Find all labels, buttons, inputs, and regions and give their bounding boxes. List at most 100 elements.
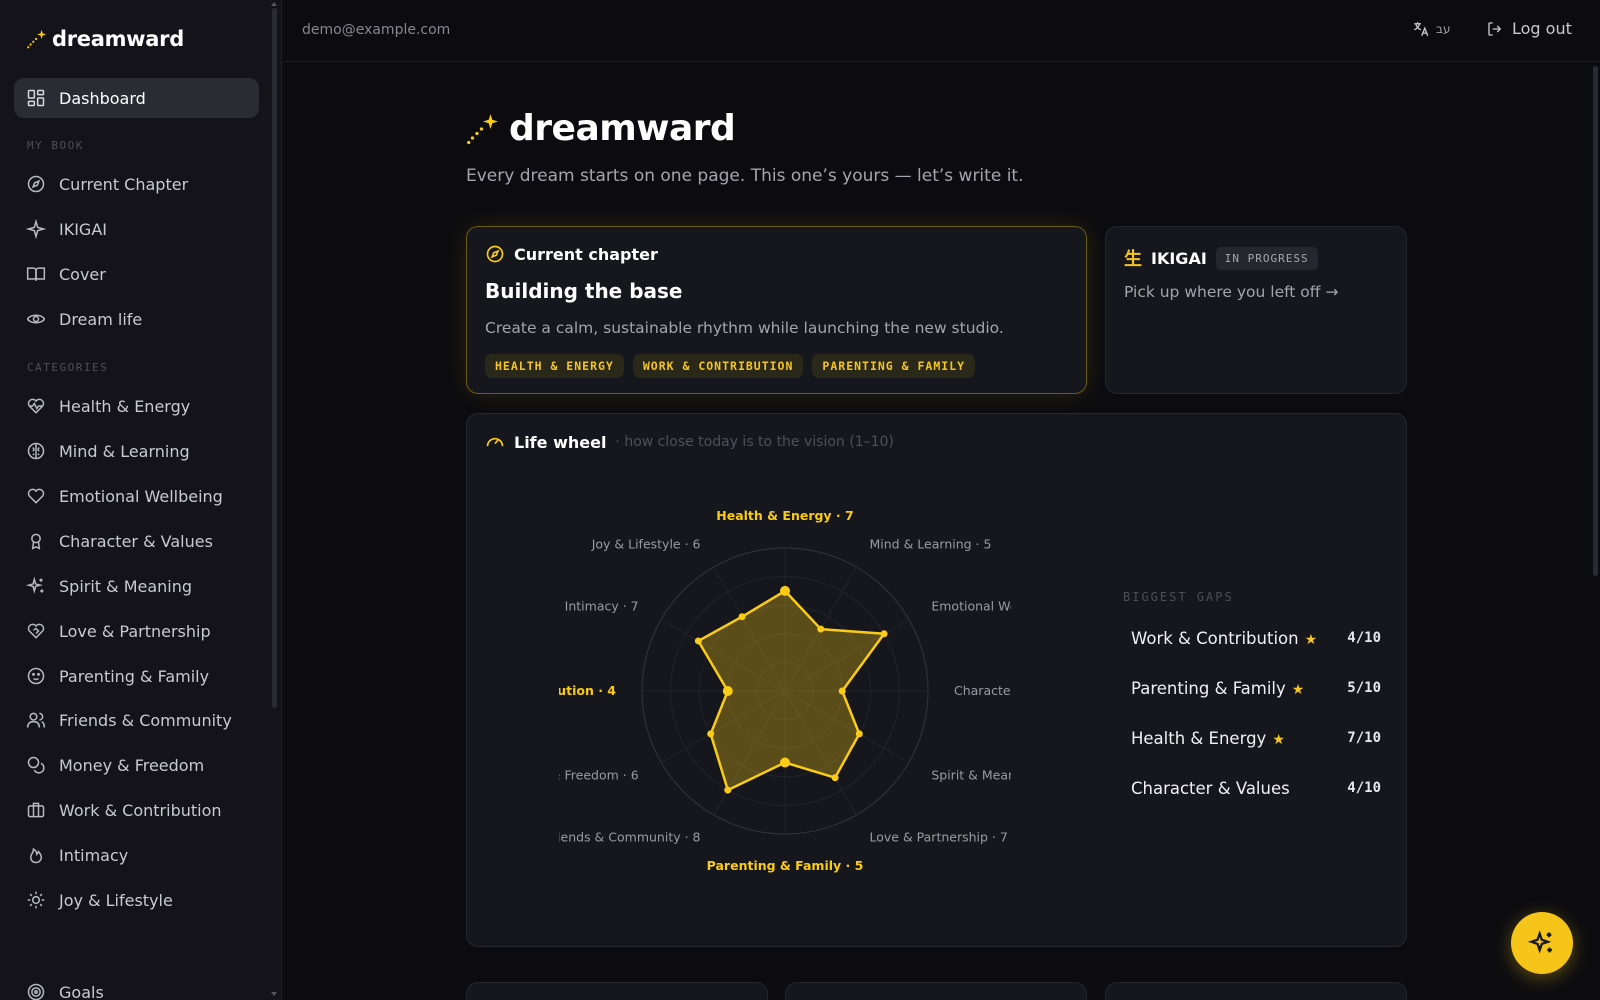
gap-row[interactable]: Health & Energy ★ 7/10 — [1131, 725, 1381, 751]
sparkles-icon — [26, 576, 44, 594]
gap-row[interactable]: Work & Contribution ★ 4/10 — [1131, 625, 1381, 651]
sparkle-icon — [26, 219, 46, 239]
radar-axis-label: Intimacy · 7 — [565, 599, 639, 614]
brand-logo[interactable]: dreamward — [26, 27, 184, 51]
gap-name-wrap: Character & Values — [1131, 779, 1290, 798]
gap-name-wrap: Health & Energy ★ — [1131, 729, 1285, 748]
sidebar-item-label: Goals — [59, 982, 104, 1000]
radar-axis-label: Emotional Wel — [931, 599, 1011, 614]
radar-axis-label: Joy & Lifestyle · 6 — [591, 537, 701, 552]
main-scrollbar[interactable] — [1593, 66, 1598, 576]
sidebar-scroll-down-arrow[interactable] — [271, 992, 277, 996]
dashboard-card-bottom-3[interactable] — [1105, 982, 1407, 1000]
briefcase-icon — [27, 802, 45, 818]
tag: HEALTH & ENERGY — [485, 354, 624, 378]
radar-data-point — [855, 730, 863, 738]
sidebar-item-current-chapter[interactable]: Current Chapter — [14, 164, 259, 204]
sidebar-item-joy-lifestyle[interactable]: Joy & Lifestyle — [14, 880, 259, 920]
page-subtitle: Every dream starts on one page. This one… — [466, 166, 1024, 186]
radar-data-point — [722, 686, 733, 696]
sidebar-item-intimacy[interactable]: Intimacy — [14, 835, 259, 875]
card-heading: Life wheel — [514, 432, 607, 452]
brand-name: dreamward — [52, 27, 184, 51]
card-heading: IKIGAI — [1151, 248, 1207, 268]
gap-name: Character & Values — [1131, 778, 1290, 798]
sidebar-scrollbar[interactable] — [272, 8, 277, 708]
radar-data-point — [738, 613, 746, 621]
life-wheel-card: Life wheel · how close today is to the v… — [466, 413, 1407, 947]
ai-assistant-button[interactable] — [1511, 912, 1573, 974]
sidebar-item-label: Health & Energy — [59, 396, 191, 416]
compass-icon — [27, 175, 45, 193]
sidebar-item-label: Intimacy — [59, 845, 129, 865]
dashboard-card-bottom-1[interactable] — [466, 982, 768, 1000]
logout-icon — [1488, 21, 1502, 36]
sidebar-item-label: Mind & Learning — [59, 441, 190, 461]
gap-score: 4/10 — [1347, 630, 1381, 646]
sidebar-item-label: Spirit & Meaning — [59, 576, 193, 596]
language-label: עב — [1436, 22, 1451, 36]
gap-row[interactable]: Parenting & Family ★ 5/10 — [1131, 675, 1381, 701]
sidebar-item-label: Dream life — [59, 309, 143, 329]
sidebar-item-friends-community[interactable]: Friends & Community — [14, 700, 259, 740]
sidebar-item-work-contribution[interactable]: Work & Contribution — [14, 790, 259, 830]
radar-axis-label: Health & Energy · 7 — [716, 508, 853, 523]
gap-score: 5/10 — [1347, 680, 1381, 696]
language-switch-button[interactable]: עב — [1412, 20, 1450, 38]
heart-pulse-icon — [27, 398, 45, 414]
sidebar-item-character-values[interactable]: Character & Values — [14, 521, 259, 561]
sidebar-item-goals[interactable]: Goals — [14, 972, 259, 1000]
sidebar-item-label: Current Chapter — [59, 174, 189, 194]
sidebar-item-ikigai[interactable]: IKIGAI — [14, 209, 259, 249]
tag: WORK & CONTRIBUTION — [632, 354, 804, 378]
card-header: Life wheel · how close today is to the v… — [485, 432, 894, 452]
radar-data-point — [780, 585, 790, 596]
current-chapter-card[interactable]: Current chapter Building the base Create… — [466, 226, 1087, 394]
sidebar-item-label: Parenting & Family — [59, 666, 210, 686]
baby-icon — [27, 667, 45, 685]
sidebar-item-label: Emotional Wellbeing — [59, 486, 223, 506]
radar-data-point — [724, 786, 732, 794]
sidebar-item-emotional-wellbeing[interactable]: Emotional Wellbeing — [14, 476, 259, 516]
ikigai-card[interactable]: 生 IKIGAI IN PROGRESS Pick up where you l… — [1105, 226, 1407, 394]
sidebar-item-cover[interactable]: Cover — [14, 254, 259, 294]
gap-row[interactable]: Character & Values 4/10 — [1131, 775, 1381, 801]
radar-data-point — [817, 625, 825, 633]
dashboard-card-bottom-2[interactable] — [785, 982, 1087, 1000]
book-open-icon — [26, 267, 46, 281]
sidebar-item-health-energy[interactable]: Health & Energy — [14, 386, 259, 426]
sidebar-item-label: Money & Freedom — [59, 755, 205, 775]
users-icon — [26, 712, 46, 728]
gap-name: Parenting & Family — [1131, 678, 1286, 698]
sidebar-item-label: Dashboard — [59, 88, 146, 108]
sidebar-item-parenting-family[interactable]: Parenting & Family — [14, 656, 259, 696]
radar-axis-label: Parenting & Family · 5 — [707, 858, 864, 873]
sidebar-item-spirit-meaning[interactable]: Spirit & Meaning — [14, 566, 259, 606]
sidebar-item-dream-life[interactable]: Dream life — [14, 299, 259, 339]
radar-data-point — [694, 637, 702, 645]
sidebar-scroll-up-arrow[interactable] — [271, 2, 277, 6]
flame-icon — [30, 847, 43, 864]
star-icon: ★ — [1272, 731, 1285, 748]
radar-axis-label: ibution · 4 — [559, 683, 616, 698]
card-header: Current chapter — [485, 244, 658, 264]
biggest-gaps-label: BIGGEST GAPS — [1123, 590, 1234, 604]
sidebar-item-label: Character & Values — [59, 531, 213, 551]
sun-icon — [27, 891, 45, 909]
radar-axis-label: Friends & Community · 8 — [559, 829, 701, 844]
sidebar-item-love-partnership[interactable]: Love & Partnership — [14, 611, 259, 651]
radar-axis-label: Mind & Learning · 5 — [870, 537, 992, 552]
brain-icon — [27, 442, 45, 460]
compass-icon — [486, 245, 504, 263]
resume-link[interactable]: Pick up where you left off → — [1124, 283, 1338, 301]
radar-axis-label: Spirit & Meanin — [931, 768, 1011, 783]
star-icon: ★ — [1291, 681, 1305, 698]
sidebar-item-money-freedom[interactable]: Money & Freedom — [14, 745, 259, 785]
sparkles-icon — [1528, 930, 1552, 954]
eye-icon — [26, 314, 46, 324]
user-email: demo@example.com — [302, 22, 451, 38]
logout-button[interactable]: Log out — [1486, 19, 1572, 38]
top-bar: demo@example.com עב Log out — [283, 0, 1600, 62]
sidebar-item-mind-learning[interactable]: Mind & Learning — [14, 431, 259, 471]
sidebar-item-dashboard[interactable]: Dashboard — [14, 78, 259, 118]
